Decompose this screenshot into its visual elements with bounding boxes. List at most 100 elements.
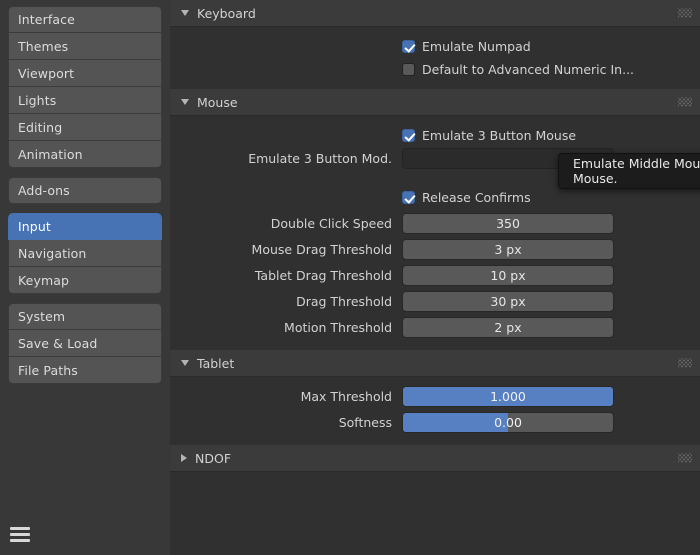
checkbox-release-confirms[interactable] [402, 191, 415, 204]
sidebar-item-interface[interactable]: Interface [8, 6, 162, 33]
sidebar-item-navigation[interactable]: Navigation [8, 240, 162, 267]
hamburger-bar [10, 527, 30, 530]
input-double-click-speed[interactable]: 350 [402, 213, 614, 234]
section-header-tablet[interactable]: Tablet [170, 350, 700, 377]
row-max-threshold: Max Threshold 1.000 [170, 385, 700, 408]
sidebar-group-system: System Save & Load File Paths [0, 303, 170, 384]
sidebar-item-label: File Paths [18, 363, 78, 378]
field-label: Max Threshold [170, 389, 402, 404]
input-mouse-drag-threshold[interactable]: 3 px [402, 239, 614, 260]
row-release-confirms: Release Confirms [170, 186, 700, 209]
sidebar-item-save-and-load[interactable]: Save & Load [8, 330, 162, 357]
preferences-window: Interface Themes Viewport Lights Editing… [0, 0, 700, 555]
sidebar-group-general: Interface Themes Viewport Lights Editing… [0, 6, 170, 168]
chevron-down-icon [181, 99, 189, 105]
section-title: Keyboard [197, 6, 256, 21]
tooltip: Emulate Middle Mouse with Alt+Left Mouse… [558, 153, 700, 189]
field-label: Tablet Drag Threshold [170, 268, 402, 283]
field-label: Motion Threshold [170, 320, 402, 335]
row-mouse-drag-threshold: Mouse Drag Threshold 3 px [170, 238, 700, 261]
sidebar-item-label: Interface [18, 12, 75, 27]
section-body-keyboard: Emulate Numpad Default to Advanced Numer… [170, 27, 700, 89]
chevron-right-icon [181, 454, 187, 462]
sidebar-item-lights[interactable]: Lights [8, 87, 162, 114]
sidebar-item-label: Themes [18, 39, 68, 54]
grip-icon[interactable] [678, 454, 692, 463]
sidebar-item-animation[interactable]: Animation [8, 141, 162, 168]
checkbox-emulate-numpad[interactable] [402, 40, 415, 53]
sidebar-group-input: Input Navigation Keymap [0, 213, 170, 294]
hamburger-icon[interactable] [10, 525, 30, 543]
input-motion-threshold[interactable]: 2 px [402, 317, 614, 338]
sidebar-item-label: Navigation [18, 246, 86, 261]
hamburger-bar [10, 533, 30, 536]
sidebar-item-label: Animation [18, 147, 83, 162]
grip-icon[interactable] [678, 9, 692, 18]
sidebar: Interface Themes Viewport Lights Editing… [0, 0, 170, 555]
field-label: Softness [170, 415, 402, 430]
checkbox-label: Default to Advanced Numeric In... [422, 62, 634, 77]
checkbox-label: Release Confirms [422, 190, 531, 205]
row-emulate-3-button-mouse: Emulate 3 Button Mouse [170, 124, 700, 147]
row-motion-threshold: Motion Threshold 2 px [170, 316, 700, 339]
hamburger-bar [10, 539, 30, 542]
sidebar-group-addons: Add-ons [0, 177, 170, 204]
chevron-down-icon [181, 10, 189, 16]
section-title: Tablet [197, 356, 234, 371]
field-wrapper: 0.00 [402, 412, 614, 433]
section-body-mouse: Emulate 3 Button Mouse Emulate 3 Button … [170, 116, 700, 350]
section-header-mouse[interactable]: Mouse [170, 89, 700, 116]
sidebar-item-label: Input [18, 219, 51, 234]
row-default-advanced-numeric-input: Default to Advanced Numeric In... [170, 58, 700, 81]
sidebar-item-system[interactable]: System [8, 303, 162, 330]
grip-icon[interactable] [678, 359, 692, 368]
sidebar-item-label: Save & Load [18, 336, 97, 351]
slider-value: 1.000 [403, 387, 613, 406]
section-header-ndof[interactable]: NDOF [170, 445, 700, 472]
sidebar-item-file-paths[interactable]: File Paths [8, 357, 162, 384]
sidebar-item-label: Keymap [18, 273, 69, 288]
slider-softness[interactable]: 0.00 [402, 412, 614, 433]
row-double-click-speed: Double Click Speed 350 [170, 212, 700, 235]
sidebar-item-label: Add-ons [18, 183, 70, 198]
row-tablet-drag-threshold: Tablet Drag Threshold 10 px [170, 264, 700, 287]
input-tablet-drag-threshold[interactable]: 10 px [402, 265, 614, 286]
row-emulate-numpad: Emulate Numpad [170, 35, 700, 58]
sidebar-item-label: Editing [18, 120, 62, 135]
sidebar-item-viewport[interactable]: Viewport [8, 60, 162, 87]
field-wrapper: 3 px [402, 239, 614, 260]
field-wrapper: 1.000 [402, 386, 614, 407]
field-wrapper: 30 px [402, 291, 614, 312]
slider-value: 0.00 [403, 413, 613, 432]
sidebar-item-label: Lights [18, 93, 56, 108]
sidebar-item-label: Viewport [18, 66, 74, 81]
grip-icon[interactable] [678, 98, 692, 107]
sidebar-item-label: System [18, 309, 65, 324]
checkbox-default-advanced-numeric-input[interactable] [402, 63, 415, 76]
preferences-content: Keyboard Emulate Numpad Default to Advan… [170, 0, 700, 555]
field-label: Mouse Drag Threshold [170, 242, 402, 257]
chevron-down-icon [181, 360, 189, 366]
section-title: Mouse [197, 95, 238, 110]
field-label: Emulate 3 Button Mod. [170, 151, 402, 166]
field-wrapper: 350 [402, 213, 614, 234]
sidebar-item-keymap[interactable]: Keymap [8, 267, 162, 294]
checkbox-emulate-3-button-mouse[interactable] [402, 129, 415, 142]
sidebar-item-input[interactable]: Input [8, 213, 162, 240]
sidebar-item-editing[interactable]: Editing [8, 114, 162, 141]
field-wrapper: 2 px [402, 317, 614, 338]
field-label: Double Click Speed [170, 216, 402, 231]
sidebar-item-add-ons[interactable]: Add-ons [8, 177, 162, 204]
slider-max-threshold[interactable]: 1.000 [402, 386, 614, 407]
checkbox-label: Emulate 3 Button Mouse [422, 128, 576, 143]
section-header-keyboard[interactable]: Keyboard [170, 0, 700, 27]
sidebar-item-themes[interactable]: Themes [8, 33, 162, 60]
tooltip-text: Emulate Middle Mouse with Alt+Left Mouse… [573, 156, 700, 186]
checkbox-label: Emulate Numpad [422, 39, 531, 54]
field-label: Drag Threshold [170, 294, 402, 309]
input-drag-threshold[interactable]: 30 px [402, 291, 614, 312]
section-body-tablet: Max Threshold 1.000 Softness 0.00 [170, 377, 700, 445]
section-title: NDOF [195, 451, 231, 466]
field-wrapper: 10 px [402, 265, 614, 286]
row-softness: Softness 0.00 [170, 411, 700, 434]
